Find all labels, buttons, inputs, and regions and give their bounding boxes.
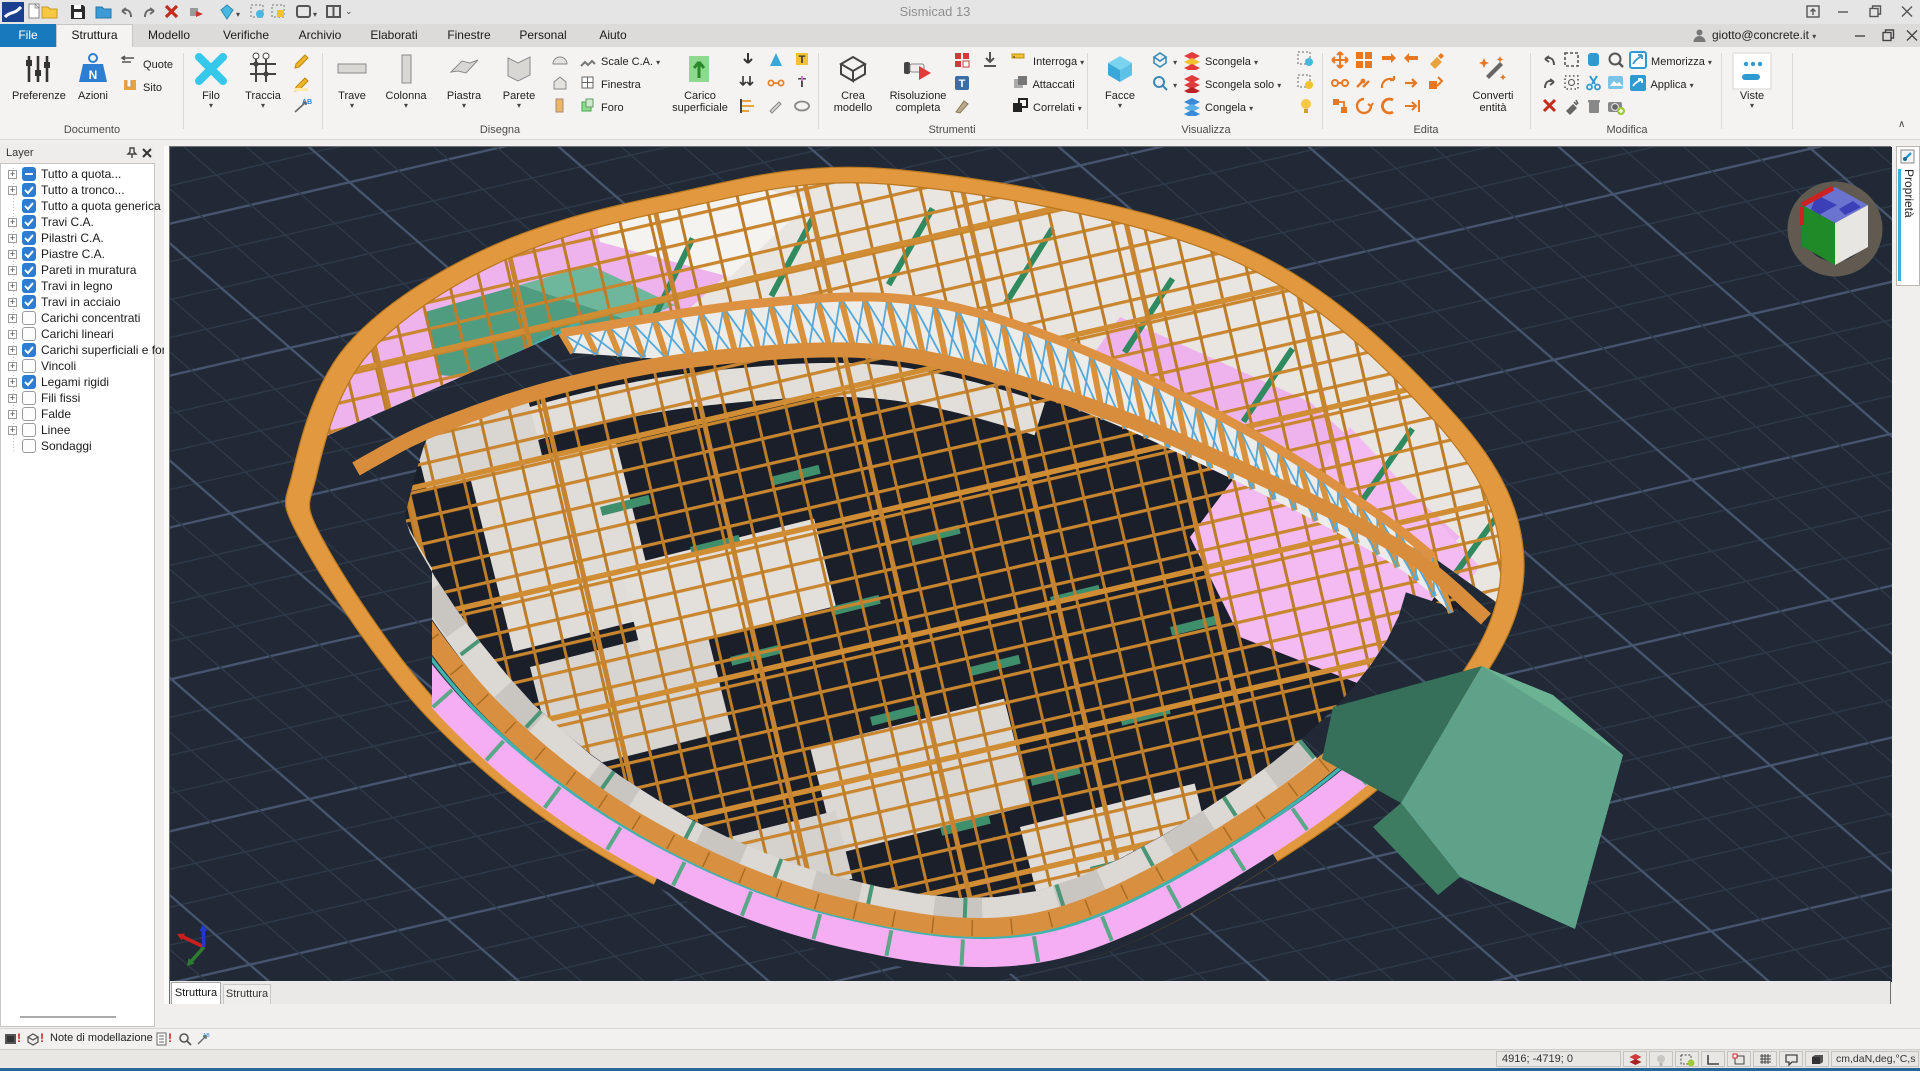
svg-text:AB: AB [302, 99, 312, 106]
svg-text:T: T [799, 54, 806, 66]
svg-text:N: N [89, 68, 98, 82]
svg-text:T: T [959, 78, 966, 90]
svg-text:AB: AB [203, 1033, 210, 1039]
